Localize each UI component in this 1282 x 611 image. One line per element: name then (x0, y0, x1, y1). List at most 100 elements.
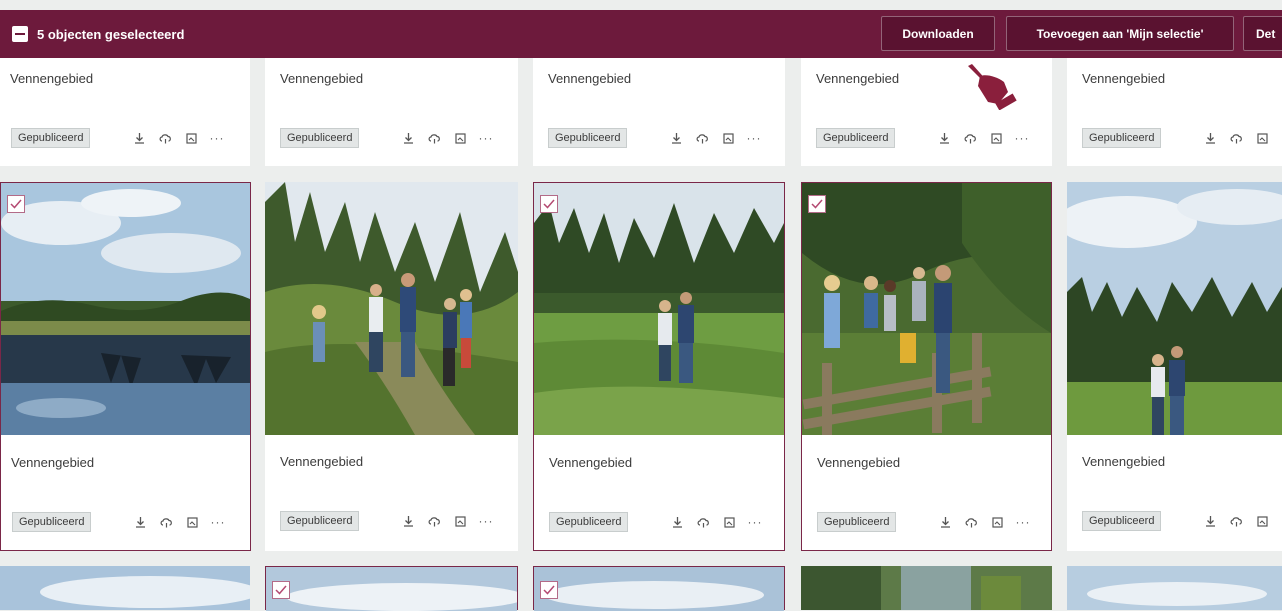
cloud-icon[interactable] (957, 130, 983, 146)
card-title: Vennengebied (548, 71, 632, 86)
asset-thumbnail[interactable] (1067, 566, 1282, 610)
status-badge: Gepubliceerd (12, 512, 92, 532)
asset-thumbnail[interactable] (0, 566, 250, 610)
download-icon[interactable] (1197, 513, 1223, 529)
cloud-icon[interactable] (690, 514, 716, 530)
asset-card[interactable]: Vennengebied Gepubliceerd (1067, 58, 1282, 166)
more-icon[interactable]: ··· (1010, 514, 1036, 530)
status-badge: Gepubliceerd (548, 128, 628, 148)
download-icon[interactable] (126, 130, 152, 146)
card-title: Vennengebied (280, 71, 364, 86)
more-icon[interactable]: ··· (1009, 130, 1035, 146)
asset-card[interactable] (0, 566, 250, 610)
asset-thumbnail[interactable] (265, 182, 518, 435)
selection-checkbox[interactable] (272, 581, 290, 599)
more-icon[interactable]: ··· (473, 130, 499, 146)
asset-thumbnail[interactable] (801, 566, 1052, 610)
image-icon[interactable] (716, 514, 742, 530)
asset-thumbnail[interactable] (266, 567, 517, 611)
status-badge: Gepubliceerd (1082, 511, 1162, 531)
card-title: Vennengebied (280, 454, 364, 469)
asset-card[interactable] (533, 566, 785, 611)
image-icon[interactable] (983, 130, 1009, 146)
selection-count[interactable]: 5 objecten geselecteerd (12, 26, 184, 42)
card-actions: ··· (395, 513, 499, 529)
download-button[interactable]: Downloaden (881, 16, 995, 51)
status-badge: Gepubliceerd (280, 511, 360, 531)
image-icon[interactable] (715, 130, 741, 146)
image-icon[interactable] (447, 513, 473, 529)
card-actions (1197, 513, 1275, 529)
download-icon[interactable] (663, 130, 689, 146)
selection-checkbox[interactable] (540, 581, 558, 599)
details-button[interactable]: Det (1243, 16, 1282, 51)
more-icon[interactable]: ··· (473, 513, 499, 529)
cloud-icon[interactable] (421, 130, 447, 146)
status-badge: Gepubliceerd (817, 512, 897, 532)
asset-card[interactable]: Vennengebied Gepubliceerd ··· (801, 182, 1052, 551)
image-icon[interactable] (1249, 130, 1275, 146)
card-actions: ··· (663, 130, 767, 146)
download-icon[interactable] (931, 130, 957, 146)
asset-thumbnail[interactable] (1, 183, 250, 435)
more-icon[interactable]: ··· (204, 130, 230, 146)
card-actions: ··· (931, 130, 1035, 146)
selection-checkbox[interactable] (540, 195, 558, 213)
selection-count-label: 5 objecten geselecteerd (37, 26, 185, 42)
cloud-icon[interactable] (1223, 130, 1249, 146)
selection-checkbox[interactable] (808, 195, 826, 213)
card-actions: ··· (664, 514, 768, 530)
card-title: Vennengebied (816, 71, 900, 86)
card-title: Vennengebied (817, 455, 901, 470)
status-badge: Gepubliceerd (11, 128, 91, 148)
asset-card[interactable] (265, 566, 518, 611)
asset-thumbnail[interactable] (534, 183, 784, 435)
download-icon[interactable] (1197, 130, 1223, 146)
download-icon[interactable] (127, 514, 153, 530)
asset-card[interactable]: Vennengebied Gepubliceerd ··· (265, 182, 518, 551)
image-icon[interactable] (178, 130, 204, 146)
cloud-icon[interactable] (421, 513, 447, 529)
asset-card[interactable] (801, 566, 1052, 610)
more-icon[interactable]: ··· (742, 514, 768, 530)
asset-card[interactable]: Vennengebied Gepubliceerd ··· (0, 182, 251, 551)
image-icon[interactable] (447, 130, 473, 146)
image-icon[interactable] (179, 514, 205, 530)
card-actions (1197, 130, 1275, 146)
card-title: Vennengebied (549, 455, 633, 470)
asset-card[interactable]: Vennengebied Gepubliceerd ··· (533, 58, 785, 166)
cloud-icon[interactable] (689, 130, 715, 146)
selection-toolbar: 5 objecten geselecteerd Downloaden Toevo… (0, 10, 1282, 58)
image-icon[interactable] (984, 514, 1010, 530)
selection-checkbox[interactable] (7, 195, 25, 213)
asset-thumbnail[interactable] (802, 183, 1051, 435)
cloud-icon[interactable] (1223, 513, 1249, 529)
status-badge: Gepubliceerd (549, 512, 629, 532)
asset-thumbnail[interactable] (534, 567, 784, 611)
cloud-icon[interactable] (153, 514, 179, 530)
asset-card[interactable]: Vennengebied Gepubliceerd ··· (0, 58, 250, 166)
asset-thumbnail[interactable] (1067, 182, 1282, 435)
download-icon[interactable] (932, 514, 958, 530)
status-badge: Gepubliceerd (280, 128, 360, 148)
download-icon[interactable] (395, 130, 421, 146)
asset-card[interactable] (1067, 566, 1282, 610)
card-actions: ··· (127, 514, 231, 530)
card-title: Vennengebied (1082, 454, 1166, 469)
download-icon[interactable] (395, 513, 421, 529)
cloud-icon[interactable] (152, 130, 178, 146)
asset-card[interactable]: Vennengebied Gepubliceerd (1067, 182, 1282, 551)
add-to-selection-button[interactable]: Toevoegen aan 'Mijn selectie' (1006, 16, 1234, 51)
cloud-icon[interactable] (958, 514, 984, 530)
card-title: Vennengebied (1082, 71, 1166, 86)
more-icon[interactable]: ··· (205, 514, 231, 530)
download-icon[interactable] (664, 514, 690, 530)
asset-card[interactable]: Vennengebied Gepubliceerd ··· (533, 182, 785, 551)
more-icon[interactable]: ··· (741, 130, 767, 146)
asset-card[interactable]: Vennengebied Gepubliceerd ··· (265, 58, 518, 166)
card-title: Vennengebied (11, 455, 95, 470)
card-title: Vennengebied (10, 71, 94, 86)
image-icon[interactable] (1249, 513, 1275, 529)
card-actions: ··· (932, 514, 1036, 530)
deselect-all-checkbox[interactable] (12, 26, 28, 42)
